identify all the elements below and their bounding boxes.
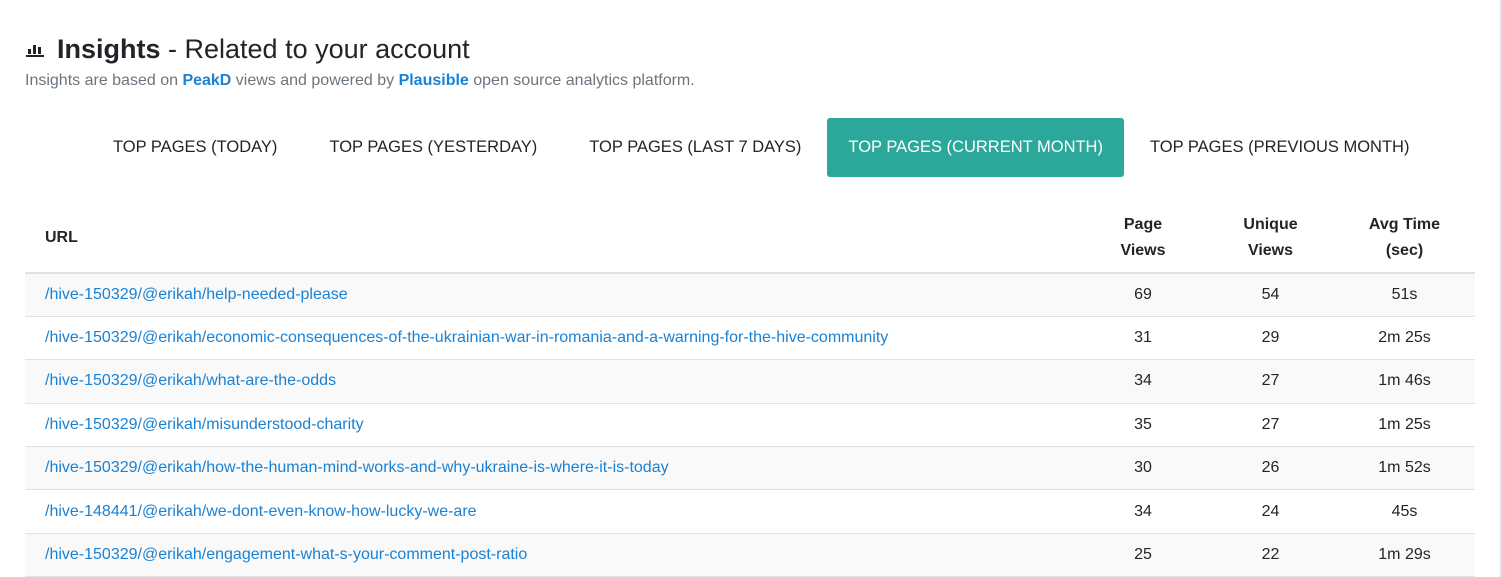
subtitle-text-post: open source analytics platform. [468, 72, 695, 89]
plausible-link[interactable]: Plausible [399, 72, 469, 89]
page-views-header-line1: Page [1123, 216, 1163, 233]
top-pages-table: URL Page Views Unique Views Avg Time (sec) … [25, 204, 1475, 577]
avg-time-cell: 1m 25s [1334, 403, 1475, 448]
page-views-column-header[interactable]: Page Views [1079, 204, 1207, 274]
avg-time-column-header[interactable]: Avg Time (sec) [1334, 204, 1475, 274]
page-url-link[interactable]: /hive-150329/@erikah/how-the-human-mind-… [45, 459, 669, 476]
subtitle-text-mid: views and powered by [231, 72, 399, 89]
url-cell: /hive-148441/@erikah/we-dont-even-know-h… [25, 489, 1079, 534]
period-tabs: TOP PAGES (TODAY) TOP PAGES (YESTERDAY) … [87, 118, 1435, 177]
avg-time-cell: 1m 46s [1334, 359, 1475, 404]
avg-time-header-line2: (sec) [1385, 242, 1424, 259]
page-views-cell: 69 [1079, 273, 1207, 317]
table-row: /hive-150329/@erikah/economic-consequenc… [25, 316, 1475, 361]
unique-views-cell: 27 [1207, 359, 1334, 404]
avg-time-cell: 1m 52s [1334, 446, 1475, 491]
unique-views-header-line1: Unique [1243, 216, 1298, 233]
page-url-link[interactable]: /hive-150329/@erikah/engagement-what-s-y… [45, 546, 527, 563]
page-url-link[interactable]: /hive-150329/@erikah/misunderstood-chari… [45, 416, 364, 433]
url-header-label: URL [45, 229, 78, 246]
page-url-link[interactable]: /hive-150329/@erikah/what-are-the-odds [45, 372, 336, 389]
table-row: /hive-150329/@erikah/what-are-the-odds 3… [25, 359, 1475, 404]
avg-time-cell: 45s [1334, 489, 1475, 534]
unique-views-cell: 54 [1207, 273, 1334, 317]
table-header-row: URL Page Views Unique Views Avg Time (sec) [25, 204, 1475, 274]
page-views-cell: 30 [1079, 446, 1207, 491]
insights-page: Insights - Related to your account Insig… [0, 0, 1502, 577]
tab-top-pages-today[interactable]: TOP PAGES (TODAY) [87, 118, 303, 177]
url-cell: /hive-150329/@erikah/economic-consequenc… [25, 316, 1079, 361]
url-cell: /hive-150329/@erikah/help-needed-please [25, 273, 1079, 317]
page-url-link[interactable]: /hive-148441/@erikah/we-dont-even-know-h… [45, 503, 477, 520]
title-bold: Insights [57, 33, 161, 64]
page-views-cell: 31 [1079, 316, 1207, 361]
bar-chart-icon [25, 41, 45, 57]
avg-time-cell: 1m 29s [1334, 533, 1475, 577]
tab-top-pages-yesterday[interactable]: TOP PAGES (YESTERDAY) [303, 118, 563, 177]
unique-views-cell: 24 [1207, 489, 1334, 534]
tab-top-pages-last-7-days[interactable]: TOP PAGES (LAST 7 DAYS) [563, 118, 827, 177]
unique-views-cell: 29 [1207, 316, 1334, 361]
unique-views-cell: 26 [1207, 446, 1334, 491]
url-cell: /hive-150329/@erikah/misunderstood-chari… [25, 403, 1079, 448]
page-views-cell: 34 [1079, 489, 1207, 534]
avg-time-header-line1: Avg Time [1368, 216, 1441, 233]
peakd-link[interactable]: PeakD [182, 72, 231, 89]
page-title-text: Insights - Related to your account [57, 34, 470, 65]
page-views-cell: 35 [1079, 403, 1207, 448]
table-row: /hive-150329/@erikah/misunderstood-chari… [25, 403, 1475, 448]
tab-top-pages-previous-month[interactable]: TOP PAGES (PREVIOUS MONTH) [1124, 118, 1435, 177]
page-subtitle: Insights are based on PeakD views and po… [25, 72, 695, 90]
table-row: /hive-150329/@erikah/how-the-human-mind-… [25, 446, 1475, 491]
tab-top-pages-current-month[interactable]: TOP PAGES (CURRENT MONTH) [827, 118, 1124, 177]
page-views-cell: 25 [1079, 533, 1207, 577]
table-row: /hive-150329/@erikah/engagement-what-s-y… [25, 533, 1475, 577]
url-column-header[interactable]: URL [25, 204, 1079, 274]
url-cell: /hive-150329/@erikah/how-the-human-mind-… [25, 446, 1079, 491]
subtitle-text-pre: Insights are based on [25, 72, 183, 89]
page-url-link[interactable]: /hive-150329/@erikah/help-needed-please [45, 286, 348, 303]
unique-views-header-line2: Views [1247, 242, 1294, 259]
url-cell: /hive-150329/@erikah/what-are-the-odds [25, 359, 1079, 404]
unique-views-column-header[interactable]: Unique Views [1207, 204, 1334, 274]
avg-time-cell: 2m 25s [1334, 316, 1475, 361]
url-cell: /hive-150329/@erikah/engagement-what-s-y… [25, 533, 1079, 577]
table-row: /hive-148441/@erikah/we-dont-even-know-h… [25, 489, 1475, 534]
unique-views-cell: 27 [1207, 403, 1334, 448]
title-rest: - Related to your account [160, 33, 470, 64]
table-row: /hive-150329/@erikah/help-needed-please … [25, 273, 1475, 317]
page-title: Insights - Related to your account [25, 30, 470, 68]
unique-views-cell: 22 [1207, 533, 1334, 577]
page-views-header-line2: Views [1120, 242, 1166, 259]
page-views-cell: 34 [1079, 359, 1207, 404]
avg-time-cell: 51s [1334, 273, 1475, 317]
page-url-link[interactable]: /hive-150329/@erikah/economic-consequenc… [45, 329, 888, 346]
